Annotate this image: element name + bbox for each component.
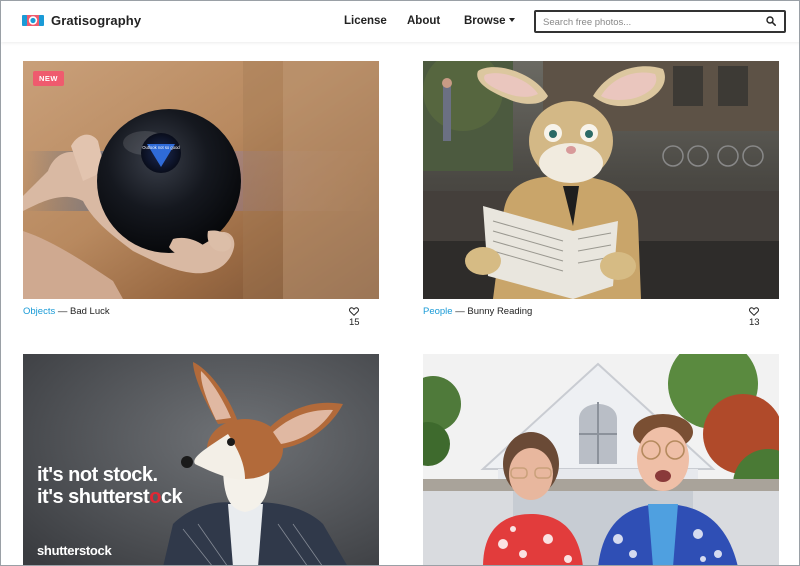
- shutterstock-ad-image[interactable]: it's not stock. it's shutterstock shutte…: [23, 354, 379, 565]
- photo-caption: People — Bunny Reading: [423, 306, 532, 317]
- camera-logo-icon[interactable]: [22, 11, 44, 29]
- like-counter[interactable]: 15: [349, 306, 363, 328]
- caption-separator: —: [55, 306, 70, 317]
- like-counter[interactable]: 13: [749, 306, 763, 328]
- couple-house-image: [423, 354, 779, 565]
- photo-couple-house[interactable]: [423, 354, 779, 565]
- ad-headline-line1: it's not stock.: [37, 464, 158, 486]
- nav-browse[interactable]: Browse: [464, 15, 515, 27]
- photo-bad-luck[interactable]: Outlook not so good NEW: [23, 61, 379, 299]
- magic-8-ball-image: Outlook not so good: [23, 61, 379, 299]
- like-count: 15: [349, 317, 360, 328]
- ad-headline-part-b: ck: [160, 486, 183, 508]
- search-icon[interactable]: [766, 16, 776, 26]
- nav-license[interactable]: License: [344, 15, 387, 27]
- photo-bunny-reading[interactable]: [423, 61, 779, 299]
- new-badge: NEW: [33, 71, 64, 86]
- nav-about[interactable]: About: [407, 15, 440, 27]
- search-input[interactable]: [536, 13, 751, 32]
- shutterstock-logo-text: shutterstock: [37, 543, 112, 558]
- ad-headline-part-a: it's shutterst: [37, 486, 150, 508]
- ad-headline-o: o: [149, 486, 161, 508]
- brand-name[interactable]: Gratisography: [51, 13, 141, 28]
- heart-icon: [349, 307, 359, 316]
- category-link-people[interactable]: People: [423, 306, 453, 317]
- ad-headline-line2: it's shutterstock: [37, 486, 183, 509]
- like-count: 13: [749, 317, 760, 328]
- photo-caption: Objects — Bad Luck: [23, 306, 110, 317]
- search-box: [534, 10, 786, 33]
- photo-title[interactable]: Bad Luck: [70, 306, 110, 317]
- heart-icon: [749, 307, 759, 316]
- browser-viewport: Gratisography License About Browse Searc…: [0, 0, 800, 566]
- category-link-objects[interactable]: Objects: [23, 306, 55, 317]
- dog-in-suit-image: [23, 354, 379, 565]
- photo-title[interactable]: Bunny Reading: [467, 306, 532, 317]
- nav-browse-label: Browse: [464, 15, 506, 27]
- caption-separator: —: [452, 306, 468, 317]
- site-header: Gratisography License About Browse: [1, 1, 799, 42]
- chevron-down-icon: [508, 18, 515, 22]
- bunny-costume-image: [423, 61, 779, 299]
- eight-ball-answer-text: Outlook not so good: [142, 145, 180, 150]
